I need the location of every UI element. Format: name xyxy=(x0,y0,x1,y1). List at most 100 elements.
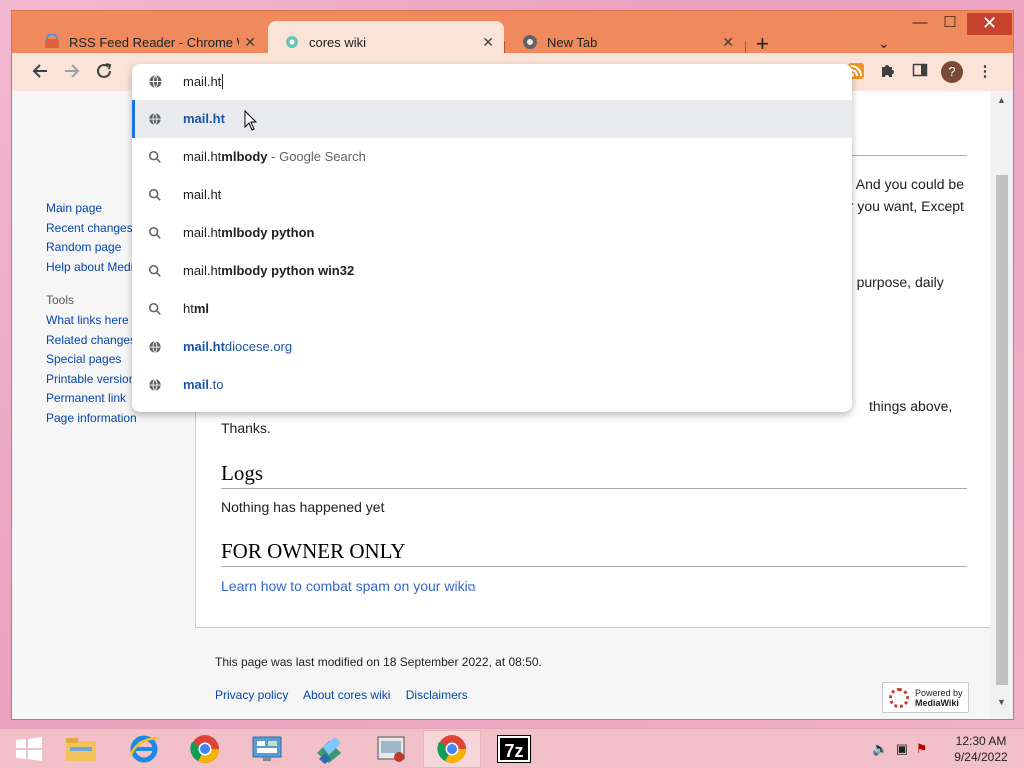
back-arrow-icon xyxy=(32,64,47,78)
chrome-favicon xyxy=(522,34,538,50)
wiki-favicon xyxy=(284,34,300,50)
tab-label: New Tab xyxy=(547,34,598,50)
chrome-menu-icon[interactable]: ⋮ xyxy=(975,62,995,82)
mouse-cursor-icon xyxy=(244,110,258,131)
file-explorer-icon xyxy=(66,738,96,761)
clock-time: 12:30 AM xyxy=(955,734,1007,748)
chrome-icon xyxy=(190,735,219,763)
tab-search-button[interactable]: ⌄ xyxy=(878,35,890,52)
back-button[interactable] xyxy=(30,62,50,82)
side-panel-icon[interactable] xyxy=(910,62,930,82)
7zip-taskbar-button[interactable]: 7z xyxy=(485,730,543,768)
owner-only-heading: FOR OWNER ONLY xyxy=(221,539,967,567)
extensions-puzzle-icon[interactable] xyxy=(878,62,898,82)
rss-reader-favicon xyxy=(44,33,60,50)
taskbar-clock[interactable]: 12:30 AM 9/24/2022 xyxy=(950,733,1012,765)
windows-taskbar: 7z 🔈 ▣ ⚑ 12:30 AM 9/24/2022 xyxy=(0,728,1024,768)
media-app-button[interactable] xyxy=(362,730,420,768)
address-input-text[interactable]: mail.ht xyxy=(183,74,224,89)
control-panel-button[interactable] xyxy=(238,730,296,768)
search-icon xyxy=(148,302,162,316)
close-tab-icon[interactable]: ✕ xyxy=(722,34,734,51)
omnibox-suggestion[interactable]: mail.htmlbody python win32 xyxy=(132,252,852,290)
content-text-fragment: things above, xyxy=(869,398,953,414)
spam-link-label: Learn how to combat spam on your wiki xyxy=(221,578,468,594)
privacy-policy-link[interactable]: Privacy policy xyxy=(215,688,288,702)
content-text-fragment: g. And you could be xyxy=(841,176,964,192)
volume-icon[interactable]: 🔈 xyxy=(872,741,888,756)
omnibox-suggestion[interactable]: mail.htmlbody - Google Search xyxy=(132,138,852,176)
address-bar[interactable]: mail.ht xyxy=(132,64,852,100)
omnibox-suggestion[interactable]: mail.ht xyxy=(132,176,852,214)
scroll-up-arrow-icon[interactable]: ▲ xyxy=(997,95,1006,105)
tab-label: cores wiki xyxy=(309,34,367,50)
suggestion-text: mail.to xyxy=(183,377,224,392)
package-icon xyxy=(317,737,341,764)
suggestion-text: mail.htmlbody python win32 xyxy=(183,263,355,278)
suggestion-text: mail.htdiocese.org xyxy=(183,339,293,354)
suggestion-text: mail.htmlbody - Google Search xyxy=(183,149,366,164)
omnibox-suggestion[interactable]: mail.to xyxy=(132,366,852,404)
profile-avatar-icon[interactable]: ? xyxy=(941,61,963,83)
start-button[interactable] xyxy=(0,730,58,768)
globe-icon xyxy=(148,378,162,392)
disclaimers-link[interactable]: Disclaimers xyxy=(406,688,468,702)
footer-links: Privacy policy About cores wiki Disclaim… xyxy=(215,688,480,702)
control-panel-icon xyxy=(252,736,282,761)
start-icon xyxy=(16,737,42,761)
internet-explorer-icon xyxy=(129,735,159,763)
omnibox-suggestion[interactable]: mail.htmlbody python xyxy=(132,214,852,252)
logs-text: Nothing has happened yet xyxy=(221,499,385,515)
system-tray: 🔈 ▣ ⚑ xyxy=(872,741,927,757)
globe-icon xyxy=(148,74,163,94)
search-icon xyxy=(148,226,162,240)
suggestion-text: html xyxy=(183,301,210,316)
scroll-thumb[interactable] xyxy=(996,175,1008,685)
spam-help-link[interactable]: Learn how to combat spam on your wiki⧉ xyxy=(221,578,476,595)
close-tab-icon[interactable]: ✕ xyxy=(244,34,256,51)
globe-icon xyxy=(148,112,162,126)
action-center-icon[interactable]: ⚑ xyxy=(916,741,928,756)
reload-button[interactable] xyxy=(94,62,114,82)
chrome-active-icon xyxy=(437,735,466,763)
thanks-text: Thanks. xyxy=(221,420,271,436)
clock-date: 9/24/2022 xyxy=(954,750,1008,764)
package-app-button[interactable] xyxy=(300,730,358,768)
mediawiki-logo-icon xyxy=(889,688,909,708)
forward-arrow-icon xyxy=(65,64,80,78)
suggestion-text: mail.ht xyxy=(183,111,225,126)
globe-icon xyxy=(148,340,162,354)
media-icon xyxy=(377,736,405,762)
suggestion-text: mail.ht xyxy=(183,187,222,202)
search-icon xyxy=(148,150,162,164)
vertical-scrollbar[interactable]: ▲ ▼ xyxy=(991,91,1013,719)
close-tab-icon[interactable]: ✕ xyxy=(482,34,494,51)
last-modified-text: This page was last modified on 18 Septem… xyxy=(215,655,542,669)
scroll-down-arrow-icon[interactable]: ▼ xyxy=(997,697,1006,707)
browser-window: — ☐ ✕ RSS Feed Reader - Chrome Web Store… xyxy=(11,10,1014,720)
about-link[interactable]: About cores wiki xyxy=(303,688,390,702)
tab-label: RSS Feed Reader - Chrome Web Store xyxy=(69,34,239,50)
logs-heading: Logs xyxy=(221,461,967,489)
chrome-active-taskbar-button[interactable] xyxy=(423,730,481,768)
reload-icon xyxy=(97,63,112,78)
new-tab-button[interactable]: + xyxy=(756,33,769,55)
mediawiki-label: MediaWiki xyxy=(915,698,959,708)
internet-explorer-button[interactable] xyxy=(115,730,173,768)
chrome-taskbar-button[interactable] xyxy=(176,730,234,768)
forward-button[interactable] xyxy=(62,62,82,82)
omnibox-dropdown: mail.ht mail.ht mail.htmlbody - Google Se… xyxy=(132,64,852,412)
omnibox-suggestion[interactable]: html xyxy=(132,290,852,328)
network-icon[interactable]: ▣ xyxy=(896,741,908,756)
search-icon xyxy=(148,188,162,202)
content-text-fragment: n, purpose, daily xyxy=(841,274,944,290)
omnibox-suggestion[interactable]: mail.ht xyxy=(132,100,852,138)
omnibox-suggestion[interactable]: mail.htdiocese.org xyxy=(132,328,852,366)
powered-by-label: Powered by xyxy=(915,688,963,698)
external-link-icon: ⧉ xyxy=(467,582,476,594)
7zip-icon: 7z xyxy=(497,735,531,763)
powered-by-mediawiki-badge[interactable]: Powered by MediaWiki xyxy=(882,682,969,713)
file-explorer-button[interactable] xyxy=(52,730,110,768)
search-icon xyxy=(148,264,162,278)
content-text-fragment: er you want, Except xyxy=(841,198,964,214)
